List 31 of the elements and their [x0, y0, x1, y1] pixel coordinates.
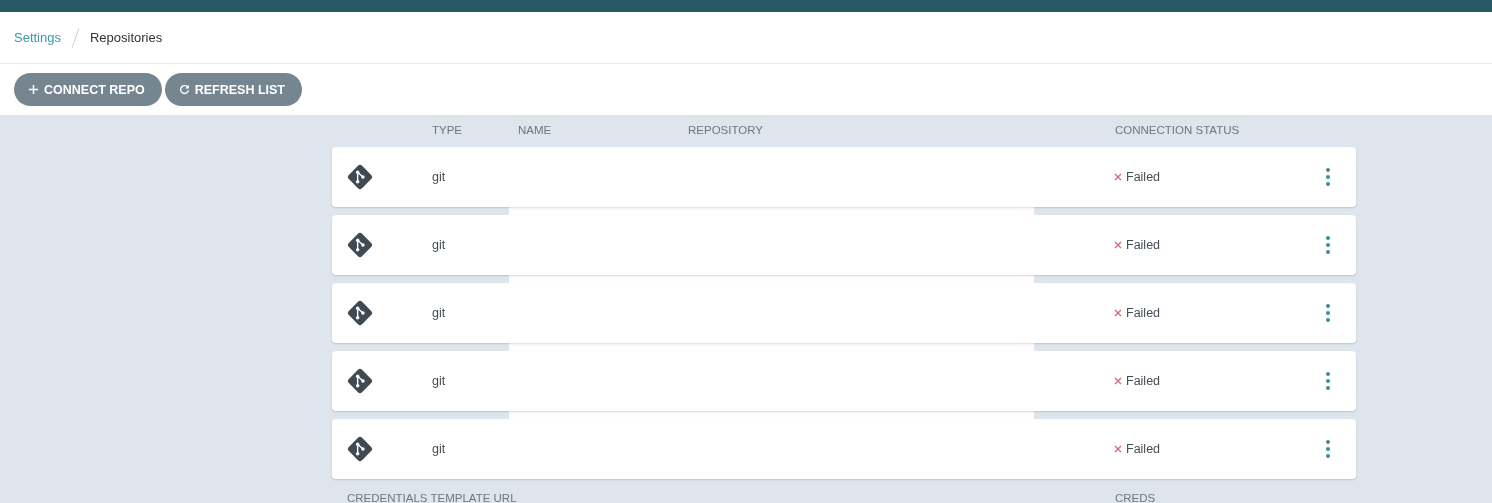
- refresh-icon: [178, 84, 190, 95]
- repo-type: git: [432, 374, 446, 388]
- more-options-icon[interactable]: [1325, 303, 1331, 323]
- column-header: CONNECTION STATUS: [1115, 124, 1240, 136]
- breadcrumb-current: Repositories: [90, 30, 163, 45]
- column-header: REPOSITORY: [688, 124, 763, 136]
- more-options-icon[interactable]: [1325, 235, 1331, 255]
- refresh-list-button[interactable]: REFRESH LIST: [164, 73, 302, 106]
- repository-row[interactable]: git Failed: [332, 215, 1356, 275]
- more-options-icon[interactable]: [1325, 439, 1331, 459]
- repo-type: git: [432, 238, 446, 252]
- column-header: CREDENTIALS TEMPLATE URL: [347, 492, 517, 503]
- repo-type: git: [432, 442, 446, 456]
- repo-type: git: [432, 170, 446, 184]
- column-header: CREDS: [1115, 492, 1156, 503]
- more-options-icon[interactable]: [1325, 167, 1331, 187]
- repository-row[interactable]: git Failed: [332, 351, 1356, 411]
- repository-row[interactable]: git Failed: [332, 283, 1356, 343]
- repository-row[interactable]: git Failed: [332, 147, 1356, 207]
- more-options-icon[interactable]: [1325, 371, 1331, 391]
- connection-status: Failed: [1126, 442, 1161, 456]
- column-header: NAME: [518, 124, 552, 136]
- connection-status: Failed: [1126, 238, 1161, 252]
- connect-repo-button[interactable]: CONNECT REPO: [14, 73, 162, 106]
- plus-icon: [28, 84, 39, 95]
- connection-status: Failed: [1126, 374, 1161, 388]
- repo-type: git: [432, 306, 446, 320]
- column-header: TYPE: [432, 124, 463, 136]
- connection-status: Failed: [1126, 170, 1161, 184]
- connection-status: Failed: [1126, 306, 1161, 320]
- repository-row[interactable]: git Failed: [332, 419, 1356, 479]
